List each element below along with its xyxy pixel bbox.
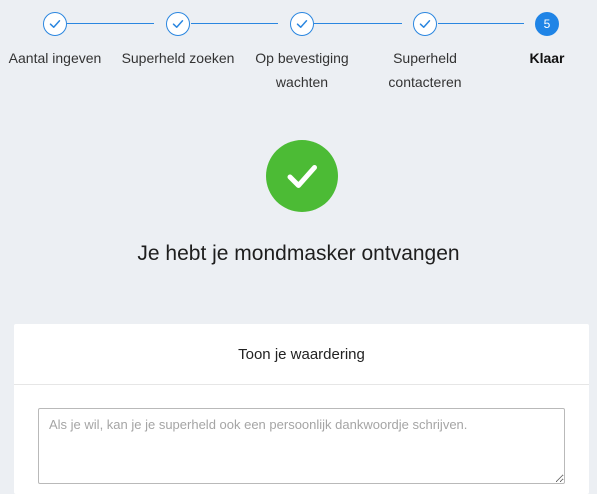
check-icon: [413, 12, 437, 36]
step-label: Superheld zoeken: [121, 50, 235, 66]
step-number-badge: 5: [535, 12, 559, 36]
step-label: Aantal ingeven: [8, 50, 102, 66]
card-title: Toon je waardering: [14, 324, 589, 385]
success-headline: Je hebt je mondmasker ontvangen: [137, 242, 460, 265]
step-label: Klaar: [529, 50, 565, 66]
thank-you-message-input[interactable]: [38, 408, 565, 484]
step-connector: [314, 23, 402, 24]
step-connector: [191, 23, 278, 24]
step-connector: [438, 23, 524, 24]
appreciation-card: Toon je waardering: [14, 324, 589, 494]
check-icon: [166, 12, 190, 36]
check-icon: [290, 12, 314, 36]
step-connector: [67, 23, 154, 24]
progress-stepper: Aantal ingeven Superheld zoeken Op beves…: [0, 0, 597, 100]
check-icon: [43, 12, 67, 36]
check-circle-icon: [266, 140, 338, 212]
step-label: Superheld contacteren: [388, 50, 462, 90]
step-label: Op bevestiging wachten: [255, 50, 349, 90]
